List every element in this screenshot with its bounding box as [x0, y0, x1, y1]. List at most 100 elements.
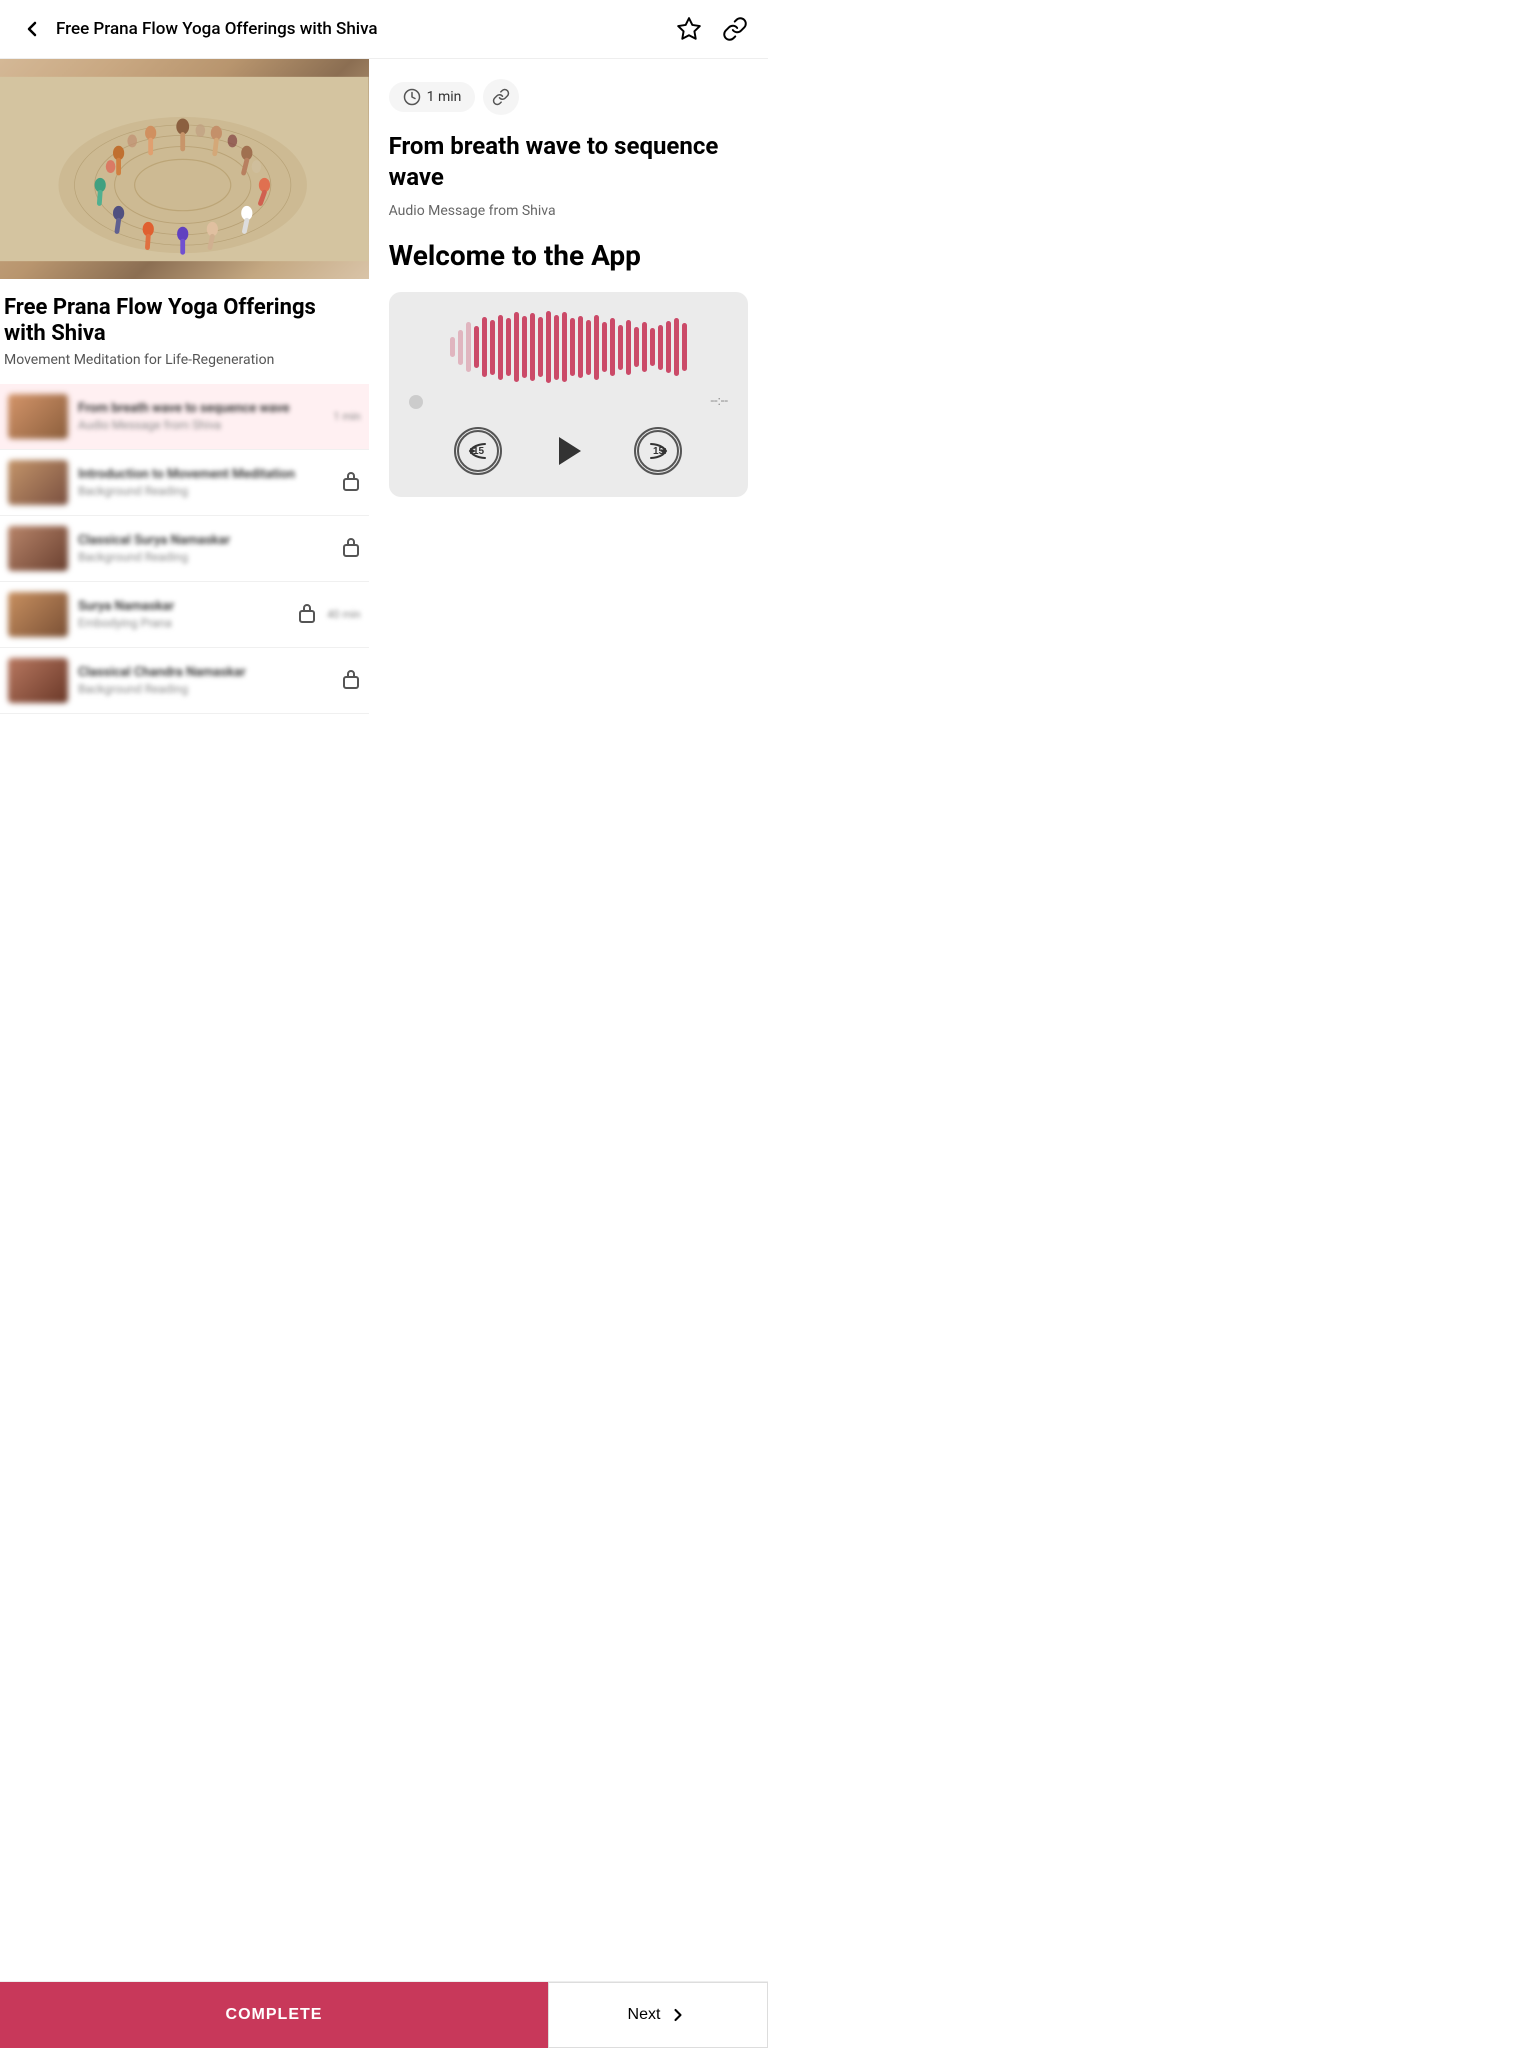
waveform-bar — [490, 320, 495, 375]
waveform-bar — [538, 317, 543, 377]
lesson-thumbnail — [8, 460, 68, 505]
lesson-info: From breath wave to sequence waveAudio M… — [78, 401, 323, 432]
bottom-bar: COMPLETE Next — [0, 1981, 768, 2048]
header-icons — [676, 16, 748, 42]
waveform-bar — [562, 312, 567, 382]
play-button[interactable] — [542, 425, 594, 477]
lesson-item[interactable]: Classical Chandra NamaskarBackground Rea… — [0, 648, 369, 714]
course-title: Free Prana Flow Yoga Offerings with Shiv… — [0, 279, 369, 352]
lesson-name: Classical Chandra Namaskar — [78, 665, 331, 682]
audio-player: --:-- 15 — [389, 292, 748, 497]
progress-indicator[interactable] — [409, 395, 423, 409]
lesson-type: Background Reading — [78, 682, 331, 696]
lesson-link-button[interactable] — [483, 79, 519, 115]
player-controls: 15 15 — [409, 425, 728, 477]
lesson-author: Audio Message from Shiva — [389, 203, 748, 219]
lesson-title: From breath wave to sequence wave — [389, 131, 748, 193]
lesson-type: Audio Message from Shiva — [78, 418, 323, 432]
lock-icon — [297, 601, 317, 628]
share-link-button[interactable] — [722, 16, 748, 42]
lesson-type: Embodying Prana — [78, 616, 287, 630]
hero-svg — [0, 59, 369, 279]
waveform-bar — [554, 315, 559, 380]
lesson-info: Classical Chandra NamaskarBackground Rea… — [78, 665, 331, 696]
back-button[interactable] — [20, 17, 44, 41]
next-button[interactable]: Next — [548, 1982, 768, 2048]
clock-icon — [403, 88, 421, 106]
total-time: --:-- — [710, 394, 728, 409]
waveform-bar — [674, 318, 679, 376]
lesson-name: From breath wave to sequence wave — [78, 401, 323, 418]
lesson-duration: 40 min — [327, 608, 361, 621]
duration-badge: 1 min — [389, 82, 476, 112]
lesson-name: Surya Namaskar — [78, 599, 287, 616]
waveform-bar — [458, 330, 463, 365]
main-content: Free Prana Flow Yoga Offerings with Shiv… — [0, 59, 768, 714]
skip-back-icon: 15 — [457, 430, 499, 472]
svg-text:15: 15 — [473, 446, 485, 457]
waveform-bar — [474, 326, 479, 368]
lesson-info: Classical Surya NamaskarBackground Readi… — [78, 533, 331, 564]
waveform-bar — [482, 317, 487, 377]
complete-button[interactable]: COMPLETE — [0, 1982, 548, 2048]
waveform-bar — [666, 321, 671, 373]
waveform-bar — [682, 323, 687, 371]
next-label: Next — [628, 2006, 661, 2024]
duration-text: 1 min — [427, 89, 462, 105]
lesson-item[interactable]: Introduction to Movement MeditationBackg… — [0, 450, 369, 516]
waveform-bar — [498, 315, 503, 380]
skip-back-button[interactable]: 15 — [454, 427, 502, 475]
waveform-bar — [650, 328, 655, 366]
lesson-name: Classical Surya Namaskar — [78, 533, 331, 550]
waveform-bar — [618, 325, 623, 370]
header-title: Free Prana Flow Yoga Offerings with Shiv… — [56, 19, 378, 39]
meta-row: 1 min — [389, 79, 748, 115]
waveform-bar — [602, 322, 607, 372]
lock-icon — [341, 667, 361, 694]
skip-forward-button[interactable]: 15 — [634, 427, 682, 475]
right-column: 1 min From breath wave to sequence wave … — [369, 59, 768, 714]
header: Free Prana Flow Yoga Offerings with Shiv… — [0, 0, 768, 59]
hero-image — [0, 59, 369, 279]
waveform-bar — [514, 312, 519, 382]
lesson-item[interactable]: Surya NamaskarEmbodying Prana 40 min — [0, 582, 369, 648]
lesson-thumbnail — [8, 394, 68, 439]
waveform-bar — [570, 318, 575, 376]
left-column: Free Prana Flow Yoga Offerings with Shiv… — [0, 59, 369, 714]
lesson-list: From breath wave to sequence waveAudio M… — [0, 384, 369, 714]
lesson-type: Background Reading — [78, 550, 331, 564]
lock-icon — [341, 469, 361, 496]
lesson-info: Introduction to Movement MeditationBackg… — [78, 467, 331, 498]
play-icon — [559, 437, 581, 465]
waveform-bar — [610, 318, 615, 376]
waveform-bar — [522, 316, 527, 378]
waveform-bar — [626, 320, 631, 375]
lock-icon — [341, 535, 361, 562]
progress-row: --:-- — [409, 394, 728, 409]
lesson-info: Surya NamaskarEmbodying Prana — [78, 599, 287, 630]
waveform-bar — [634, 327, 639, 367]
lesson-item[interactable]: From breath wave to sequence waveAudio M… — [0, 384, 369, 450]
svg-text:15: 15 — [653, 446, 665, 457]
course-subtitle: Movement Meditation for Life-Regeneratio… — [0, 352, 369, 384]
lesson-duration: 1 min — [333, 410, 360, 423]
lesson-type: Background Reading — [78, 484, 331, 498]
waveform-bar — [506, 318, 511, 376]
skip-forward-icon: 15 — [637, 430, 679, 472]
waveform-bar — [466, 322, 471, 372]
waveform-bar — [642, 322, 647, 372]
bookmark-button[interactable] — [676, 16, 702, 42]
lesson-thumbnail — [8, 658, 68, 703]
lesson-thumbnail — [8, 526, 68, 571]
lesson-item[interactable]: Classical Surya NamaskarBackground Readi… — [0, 516, 369, 582]
waveform-bar — [530, 313, 535, 381]
chevron-right-icon — [668, 2005, 688, 2025]
lesson-name: Introduction to Movement Meditation — [78, 467, 331, 484]
waveform-bar — [594, 315, 599, 380]
link-icon — [492, 88, 510, 106]
waveform — [409, 312, 728, 382]
waveform-bar — [578, 316, 583, 378]
welcome-heading: Welcome to the App — [389, 239, 748, 272]
lesson-thumbnail — [8, 592, 68, 637]
waveform-bar — [658, 325, 663, 370]
